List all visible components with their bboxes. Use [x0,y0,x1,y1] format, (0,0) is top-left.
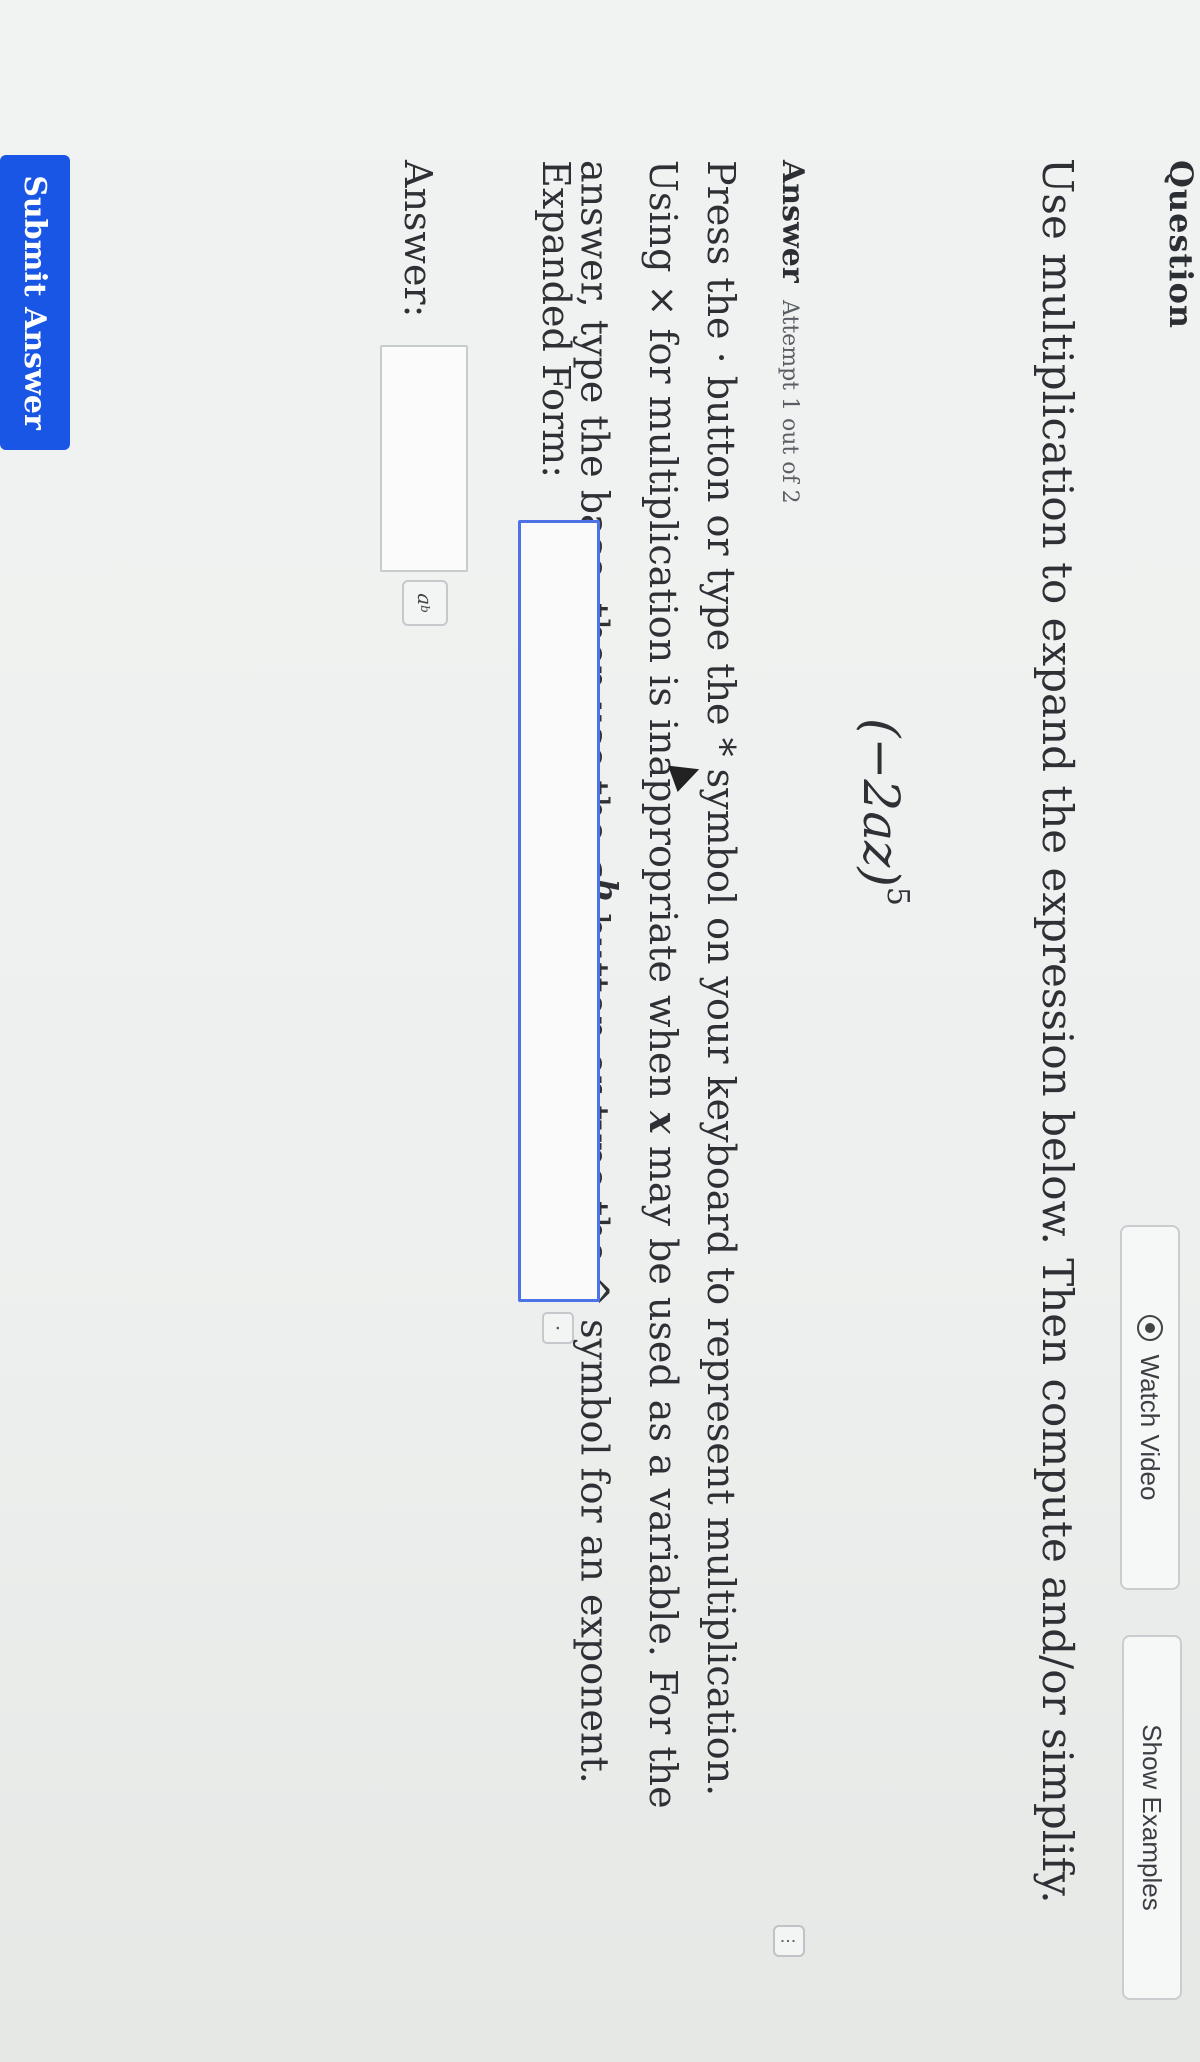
math-expression: (−2az)5 [852,718,915,906]
multiply-dot-icon: · [546,1324,570,1332]
show-examples-button[interactable]: Show Examples [1122,1635,1182,2000]
watch-video-button[interactable]: Watch Video [1120,1225,1180,1590]
answer-heading: Answer [775,160,810,283]
expression-exponent: 5 [879,886,915,906]
more-options-button[interactable]: ⋮ [773,1925,805,1957]
question-instruction: Use multiplication to expand the express… [1033,158,1082,1904]
exponent-button[interactable]: ab [402,580,448,626]
attempt-counter: Attempt 1 out of 2 [777,300,802,504]
multiply-dot-button[interactable]: · [542,1312,574,1344]
expanded-form-input[interactable] [518,520,600,1302]
more-options-icon: ⋮ [779,1933,799,1949]
submit-answer-label: Submit Answer [17,175,53,430]
show-examples-label: Show Examples [1137,1724,1168,1911]
help-line-2: Using × for multiplication is inappropri… [641,160,686,1809]
submit-answer-button[interactable]: Submit Answer [0,155,70,450]
exponent-power: b [418,605,432,613]
play-circle-icon [1137,1314,1163,1341]
answer-label: Answer: [396,160,440,318]
watch-video-label: Watch Video [1135,1354,1166,1501]
help-line-1: Press the · button or type the * symbol … [699,160,743,1797]
expanded-form-label: Expanded Form: [534,160,578,479]
exponent-base: a [413,593,437,606]
answer-input[interactable] [380,345,468,572]
question-page: Question Watch Video Show Examples Use m… [0,0,1200,2062]
screenshot-stage: Question Watch Video Show Examples Use m… [0,0,1200,2062]
question-heading: Question [1162,160,1200,330]
expression-base: (−2az) [852,718,910,887]
